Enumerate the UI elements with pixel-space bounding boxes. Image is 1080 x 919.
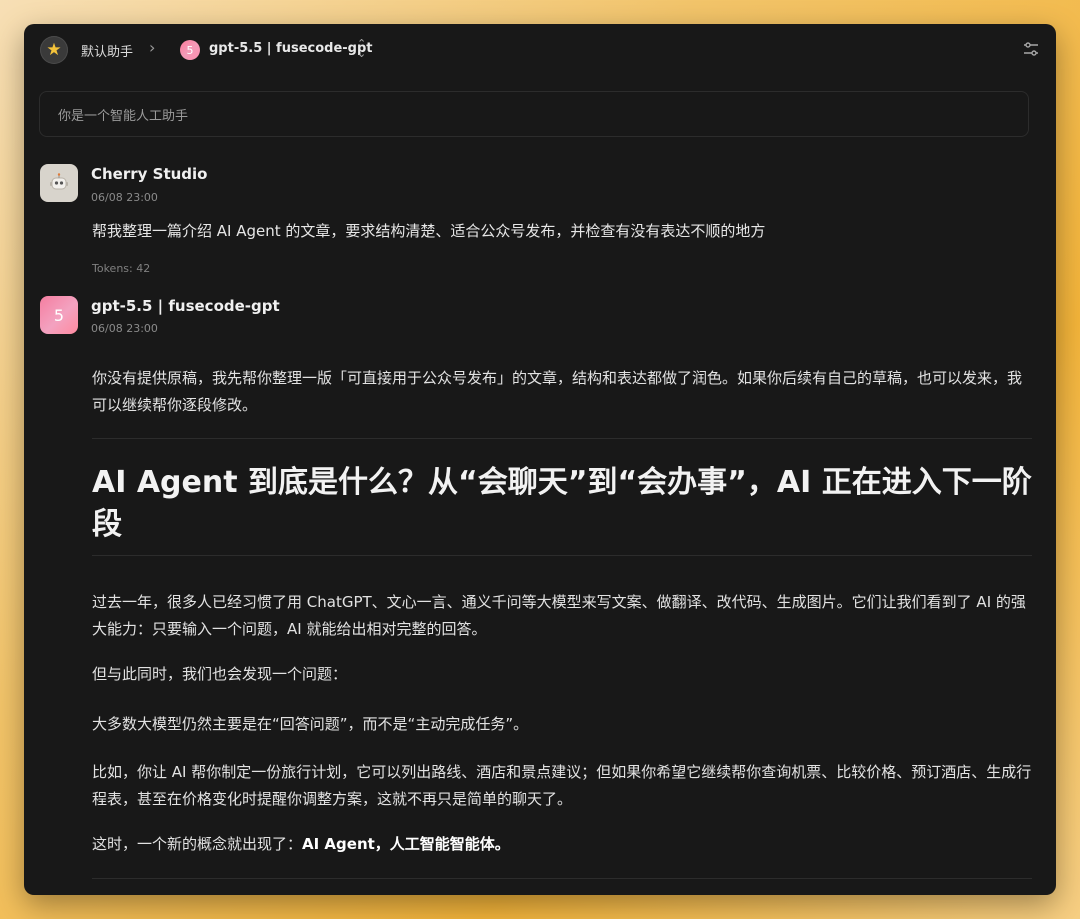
- article-heading: AI Agent 到底是什么？从“会聊天”到“会办事”，AI 正在进入下一阶段: [92, 465, 1032, 542]
- model-message-avatar[interactable]: 5: [40, 296, 78, 334]
- divider: [92, 878, 1032, 879]
- sender-name: Cherry Studio: [91, 165, 208, 183]
- assistant-name[interactable]: 默认助手: [81, 41, 133, 60]
- paragraph-wrap: 这时，一个新的概念就出现了：AI Agent，人工智能智能体。: [92, 831, 1032, 858]
- paragraph-prefix: 这时，一个新的概念就出现了：: [92, 835, 303, 853]
- chat-window: ★ 默认助手 › 5 gpt-5.5 | fusecode-gpt ⌃ ⌄ 你是一…: [24, 24, 1056, 895]
- paragraph: 比如，你让 AI 帮你制定一份旅行计划，它可以列出路线、酒店和景点建议；但如果你…: [92, 763, 1032, 808]
- article-body: 过去一年，很多人已经习惯了用 ChatGPT、文心一言、通义千问等大模型来写文案…: [92, 589, 1032, 643]
- message-time: 06/08 23:00: [91, 191, 158, 204]
- token-count: Tokens: 42: [92, 262, 151, 275]
- sliders-icon[interactable]: [1022, 40, 1040, 58]
- paragraph-wrap: 比如，你让 AI 帮你制定一份旅行计划，它可以列出路线、酒店和景点建议；但如果你…: [92, 759, 1032, 813]
- paragraph: 这时，一个新的概念就出现了：AI Agent，人工智能智能体。: [92, 831, 1032, 858]
- paragraph: 过去一年，很多人已经习惯了用 ChatGPT、文心一言、通义千问等大模型来写文案…: [92, 593, 1026, 638]
- chevron-updown-icon[interactable]: ⌃ ⌄: [357, 38, 366, 59]
- system-prompt-text: 你是一个智能人工助手: [58, 108, 189, 124]
- intro-paragraph: 你没有提供原稿，我先帮你整理一版「可直接用于公众号发布」的文章，结构和表达都做了…: [92, 369, 1023, 414]
- star-icon: ★: [46, 39, 62, 60]
- user-message-text: 帮我整理一篇介绍 AI Agent 的文章，要求结构清楚、适合公众号发布，并检查…: [92, 222, 766, 240]
- model-selector[interactable]: gpt-5.5 | fusecode-gpt: [209, 41, 373, 56]
- paragraph: 但与此同时，我们也会发现一个问题：: [92, 665, 348, 683]
- sender-name: gpt-5.5 | fusecode-gpt: [91, 297, 280, 315]
- paragraph: 大多数大模型仍然主要是在“回答问题”，而不是“主动完成任务”。: [92, 715, 529, 733]
- system-prompt-box[interactable]: 你是一个智能人工助手: [39, 91, 1029, 137]
- chevron-right-icon: ›: [149, 38, 156, 57]
- paragraph-wrap: 大多数大模型仍然主要是在“回答问题”，而不是“主动完成任务”。: [92, 711, 1032, 738]
- bold-text: AI Agent，人工智能智能体。: [302, 835, 510, 853]
- paragraph-wrap: 但与此同时，我们也会发现一个问题：: [92, 661, 1032, 688]
- robot-icon: [50, 173, 68, 190]
- user-avatar[interactable]: [40, 164, 78, 202]
- top-bar: ★ 默认助手 › 5 gpt-5.5 | fusecode-gpt ⌃ ⌄: [24, 24, 1056, 76]
- divider: [92, 438, 1032, 439]
- divider: [92, 555, 1032, 556]
- assistant-avatar[interactable]: ★: [40, 36, 68, 64]
- assistant-intro: 你没有提供原稿，我先帮你整理一版「可直接用于公众号发布」的文章，结构和表达都做了…: [92, 365, 1032, 419]
- model-avatar[interactable]: 5: [180, 40, 200, 60]
- message-time: 06/08 23:00: [91, 322, 158, 335]
